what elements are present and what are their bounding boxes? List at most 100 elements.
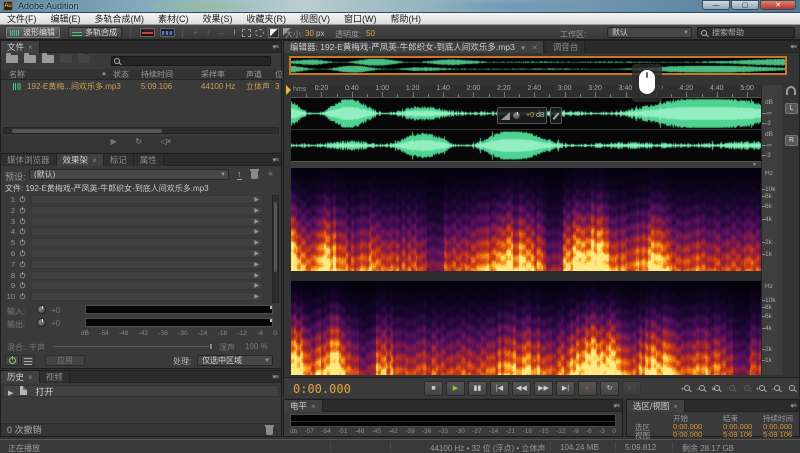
- effects-slot-row[interactable]: 3▶: [5, 217, 263, 226]
- power-icon[interactable]: [20, 294, 26, 300]
- slot-bar[interactable]: ▶: [31, 217, 263, 226]
- slot-arrow-icon[interactable]: ▶: [254, 239, 259, 248]
- channel-button-right[interactable]: R: [785, 135, 798, 146]
- scrollbar-thumb[interactable]: [12, 129, 162, 133]
- loop-icon[interactable]: ↻: [135, 137, 142, 146]
- multitrack-button[interactable]: 多轨合成: [68, 27, 122, 38]
- tab-mixer[interactable]: 调音台: [547, 41, 586, 53]
- time-display[interactable]: 0:00.000: [293, 382, 351, 396]
- trash-icon[interactable]: [266, 427, 273, 435]
- column-header-状态[interactable]: 状态: [113, 69, 129, 80]
- scrollbar-thumb[interactable]: [274, 202, 277, 272]
- open-file-icon[interactable]: [6, 55, 18, 63]
- slot-arrow-icon[interactable]: ▶: [254, 228, 259, 237]
- history-entry-row[interactable]: ▶ 打开: [3, 385, 279, 397]
- panel-menu-icon[interactable]: ▾≡: [272, 43, 278, 51]
- overview-strip[interactable]: [289, 56, 787, 75]
- power-icon[interactable]: [20, 197, 26, 203]
- title-bar[interactable]: Au Adobe Audition — ▢ ✕: [0, 0, 800, 13]
- opacity-value[interactable]: 50: [366, 29, 375, 38]
- wet-value[interactable]: 100 %: [245, 342, 268, 351]
- slot-bar[interactable]: ▶: [31, 271, 263, 280]
- menu-item-效果(S)[interactable]: 效果(S): [196, 13, 240, 25]
- power-icon[interactable]: [20, 240, 26, 246]
- power-icon[interactable]: [20, 283, 26, 289]
- menu-item-多轨合成(M)[interactable]: 多轨合成(M): [88, 13, 152, 25]
- apply-button[interactable]: 应用: [45, 355, 85, 366]
- effects-slot-row[interactable]: 10▶: [5, 292, 263, 301]
- preset-dropdown[interactable]: (默认) ▼: [29, 169, 229, 180]
- mix-slider-thumb[interactable]: [209, 343, 213, 350]
- column-header-位[interactable]: 位: [275, 69, 283, 80]
- tab-历史[interactable]: 历史×: [1, 371, 40, 383]
- zoom-out-full-button[interactable]: ✕: [710, 382, 724, 395]
- input-gain-knob[interactable]: [37, 305, 46, 314]
- zoom-out-button[interactable]: −: [695, 382, 709, 395]
- mix-slider-track[interactable]: [53, 346, 213, 347]
- zoom-in-amplitude-button[interactable]: +: [755, 382, 769, 395]
- slip-tool-icon[interactable]: ↔: [216, 28, 227, 38]
- effects-slot-row[interactable]: 4▶: [5, 227, 263, 236]
- tab-媒体浏览器[interactable]: 媒体浏览器: [1, 154, 57, 166]
- tab-属性[interactable]: 属性: [134, 154, 164, 166]
- hud-gain-knob[interactable]: [512, 111, 521, 120]
- pause-button[interactable]: ▮▮: [468, 381, 487, 396]
- slot-arrow-icon[interactable]: ▶: [254, 261, 259, 270]
- slot-bar[interactable]: ▶: [31, 292, 263, 301]
- slot-bar[interactable]: ▶: [31, 260, 263, 269]
- channel-button-left[interactable]: L: [785, 103, 798, 114]
- chevron-down-icon[interactable]: ▼: [520, 46, 526, 52]
- brush-size-value[interactable]: 30: [305, 29, 314, 38]
- slot-bar[interactable]: ▶: [31, 227, 263, 236]
- close-icon[interactable]: ×: [92, 156, 97, 165]
- menu-item-素材(C)[interactable]: 素材(C): [151, 13, 196, 25]
- slot-arrow-icon[interactable]: ▶: [254, 218, 259, 227]
- move-tool-icon[interactable]: +: [190, 28, 201, 38]
- overview-waveform-canvas[interactable]: [291, 58, 785, 73]
- file-list-row[interactable]: 192-E黄梅...间欢乐多.mp35:09.10644100 Hz立体声3: [1, 81, 281, 92]
- effects-slot-row[interactable]: 9▶: [5, 281, 263, 290]
- menu-item-编辑(E)[interactable]: 编辑(E): [44, 13, 88, 25]
- zoom-full-button[interactable]: [785, 382, 799, 395]
- zoom-selection-edge-button[interactable]: [740, 382, 754, 395]
- paintbrush-selection-tool-icon[interactable]: [268, 28, 279, 38]
- input-gain-value[interactable]: +0: [51, 306, 60, 315]
- rack-power-button[interactable]: [5, 355, 19, 366]
- waveform-editor-button[interactable]: 波形编辑: [6, 27, 60, 38]
- marquee-selection-tool-icon[interactable]: [242, 29, 251, 37]
- close-icon[interactable]: ×: [533, 43, 538, 52]
- new-file-icon[interactable]: [42, 55, 54, 63]
- slot-bar[interactable]: ▶: [31, 249, 263, 258]
- auto-play-speaker-icon[interactable]: ◁×: [161, 137, 172, 146]
- close-icon[interactable]: ×: [673, 402, 678, 411]
- process-dropdown[interactable]: 仅选中区域 ▼: [197, 355, 273, 366]
- spectrogram-right-channel[interactable]: [291, 281, 761, 375]
- slot-bar[interactable]: ▶: [31, 195, 263, 204]
- tab-selection-view[interactable]: 选区/视图×: [627, 400, 685, 412]
- slot-bar[interactable]: ▶: [31, 281, 263, 290]
- gain-hud[interactable]: +0 dB: [497, 107, 547, 124]
- effects-slot-row[interactable]: 7▶: [5, 260, 263, 269]
- power-icon[interactable]: [20, 272, 26, 278]
- maximize-button[interactable]: ▢: [731, 0, 759, 10]
- timeline-ruler[interactable]: hms 0:200:401:001:201:402:002:202:403:00…: [291, 85, 761, 98]
- column-header-声道[interactable]: 声道: [246, 69, 262, 80]
- hud-pin-button[interactable]: [550, 107, 562, 124]
- tab-视频[interactable]: 视频: [40, 371, 70, 383]
- fade-icon[interactable]: [501, 112, 510, 120]
- delete-preset-icon[interactable]: [251, 171, 258, 179]
- tab-levels[interactable]: 电平×: [284, 400, 323, 412]
- record-button[interactable]: ●: [578, 381, 597, 396]
- razor-tool-icon[interactable]: /: [203, 28, 214, 38]
- close-icon[interactable]: ×: [28, 43, 33, 52]
- output-gain-value[interactable]: +0: [51, 319, 60, 328]
- menu-item-帮助(H)[interactable]: 帮助(H): [384, 13, 429, 25]
- skip-selection-button[interactable]: ▶|: [622, 381, 641, 396]
- slot-arrow-icon[interactable]: ▶: [254, 282, 259, 291]
- import-file-icon[interactable]: [24, 55, 36, 63]
- rewind-button[interactable]: ◀◀: [512, 381, 531, 396]
- spectral-view-icon[interactable]: [160, 28, 175, 37]
- slot-bar[interactable]: ▶: [31, 206, 263, 215]
- skip-to-start-button[interactable]: |◀: [490, 381, 509, 396]
- play-icon[interactable]: ▶: [111, 137, 117, 146]
